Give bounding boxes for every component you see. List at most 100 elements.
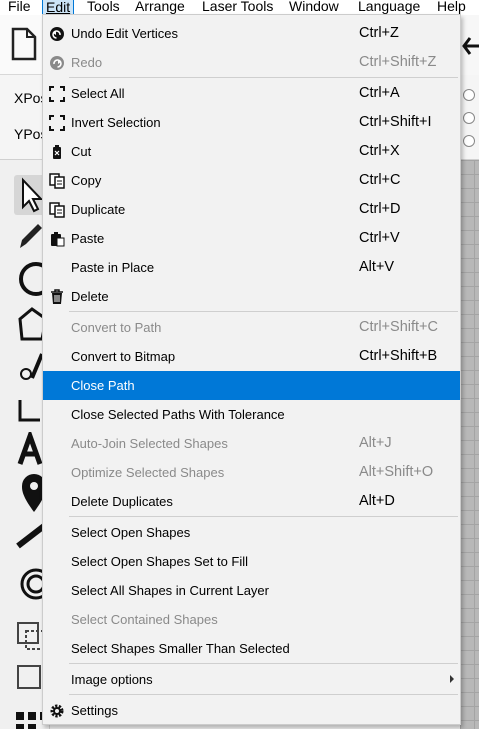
gear-icon <box>50 704 64 718</box>
ellipse-tool-icon[interactable] <box>12 260 46 298</box>
menu-item-select-open-shapes-fill[interactable]: Select Open Shapes Set to Fill <box>43 547 460 576</box>
menu-item-copy[interactable]: Copy Ctrl+C <box>43 166 460 195</box>
menu-item-label: Image options <box>71 672 153 687</box>
menu-help-label: Help <box>437 0 466 14</box>
grid-array-icon[interactable] <box>12 708 46 729</box>
menu-item-label: Delete Duplicates <box>71 494 173 509</box>
menu-item-label: Select All <box>71 86 125 101</box>
menu-item-label: Select Open Shapes Set to Fill <box>71 554 249 569</box>
menu-item-invert-selection[interactable]: Invert Selection Ctrl+Shift+I <box>43 108 460 137</box>
menu-tools-label: Tools <box>87 0 120 14</box>
menu-item-undo[interactable]: Undo Edit Vertices Ctrl+Z <box>43 19 460 48</box>
menu-item-shortcut: Ctrl+X <box>359 143 400 159</box>
undo-icon <box>50 27 64 41</box>
trash-icon <box>51 289 63 304</box>
menu-item-label: Cut <box>71 144 92 159</box>
ungroup-icon[interactable] <box>12 660 46 696</box>
menu-item-cut[interactable]: Cut Ctrl+X <box>43 137 460 166</box>
menu-item-close-selected-paths-tolerance[interactable]: Close Selected Paths With Tolerance <box>43 400 460 429</box>
menu-laser-tools[interactable]: Laser Tools <box>199 0 276 15</box>
menu-item-duplicate[interactable]: Duplicate Ctrl+D <box>43 195 460 224</box>
submenu-arrow-icon <box>450 675 454 683</box>
menu-language-label: Language <box>358 0 421 14</box>
pen-tool-icon[interactable] <box>12 218 46 252</box>
menu-item-redo[interactable]: Redo Ctrl+Shift+Z <box>43 48 460 77</box>
menu-arrange[interactable]: Arrange <box>132 0 188 15</box>
menu-item-shortcut: Ctrl+Shift+I <box>359 114 432 130</box>
menu-edit-label: Edit <box>46 0 71 15</box>
cut-icon <box>53 145 61 159</box>
menu-item-label: Close Path <box>71 378 135 393</box>
menu-item-select-all-current-layer[interactable]: Select All Shapes in Current Layer <box>43 576 460 605</box>
origin-radio-2[interactable] <box>463 112 475 124</box>
new-file-icon[interactable] <box>10 27 38 61</box>
menu-item-label: Select Shapes Smaller Than Selected <box>71 641 290 656</box>
menu-item-label: Settings <box>71 703 118 718</box>
invert-selection-icon <box>49 115 65 131</box>
menu-item-shortcut: Ctrl+V <box>359 230 400 246</box>
measure-ruler-icon[interactable] <box>12 518 46 550</box>
offset-tool-icon[interactable] <box>12 564 46 604</box>
menu-separator <box>69 694 458 695</box>
menu-separator <box>69 311 458 312</box>
menu-item-label: Optimize Selected Shapes <box>71 465 225 480</box>
menu-item-close-path[interactable]: Close Path <box>43 371 460 400</box>
menu-item-image-options[interactable]: Image options <box>43 665 460 694</box>
position-pin-icon[interactable] <box>12 472 46 514</box>
menu-item-shortcut: Alt+J <box>359 435 392 451</box>
select-all-icon <box>49 86 65 102</box>
text-tool-icon[interactable] <box>12 432 46 468</box>
edit-menu-dropdown: Undo Edit Vertices Ctrl+Z Redo Ctrl+Shif… <box>42 14 461 725</box>
menu-item-label: Copy <box>71 173 102 188</box>
menu-edit[interactable]: Edit <box>42 0 75 15</box>
menu-item-label: Convert to Bitmap <box>71 349 176 364</box>
menu-file[interactable]: File <box>5 0 34 15</box>
menu-laser-tools-label: Laser Tools <box>202 0 274 14</box>
menu-item-label: Auto-Join Selected Shapes <box>71 436 228 451</box>
menu-item-auto-join[interactable]: Auto-Join Selected Shapes Alt+J <box>43 429 460 458</box>
menu-item-shortcut: Ctrl+A <box>359 85 400 101</box>
menu-item-convert-to-bitmap[interactable]: Convert to Bitmap Ctrl+Shift+B <box>43 342 460 371</box>
menu-item-label: Convert to Path <box>71 320 162 335</box>
menu-item-paste-in-place[interactable]: Paste in Place Alt+V <box>43 253 460 282</box>
menu-item-convert-to-path[interactable]: Convert to Path Ctrl+Shift+C <box>43 313 460 342</box>
menu-file-label: File <box>8 0 31 14</box>
menu-item-shortcut: Ctrl+Shift+C <box>359 319 438 335</box>
origin-radio-1[interactable] <box>463 89 475 101</box>
polygon-tool-icon[interactable] <box>12 305 46 345</box>
menu-item-shortcut: Ctrl+Shift+Z <box>359 54 437 70</box>
menu-item-select-contained-shapes[interactable]: Select Contained Shapes <box>43 605 460 634</box>
menu-language[interactable]: Language <box>355 0 423 15</box>
duplicate-icon <box>49 202 65 218</box>
menu-item-shortcut: Ctrl+Z <box>359 25 399 41</box>
group-icon[interactable] <box>12 615 46 655</box>
menu-help[interactable]: Help <box>434 0 469 15</box>
menu-tools[interactable]: Tools <box>84 0 123 15</box>
menu-item-select-open-shapes[interactable]: Select Open Shapes <box>43 518 460 547</box>
menu-item-delete[interactable]: Delete <box>43 282 460 311</box>
menu-item-select-smaller-shapes[interactable]: Select Shapes Smaller Than Selected <box>43 634 460 663</box>
menu-item-label: Invert Selection <box>71 115 161 130</box>
menu-item-settings[interactable]: Settings <box>43 696 460 725</box>
menu-item-shortcut: Ctrl+D <box>359 201 401 217</box>
menu-item-paste[interactable]: Paste Ctrl+V <box>43 224 460 253</box>
origin-radio-3[interactable] <box>463 135 475 147</box>
workspace-canvas[interactable] <box>460 160 479 729</box>
menu-item-label: Duplicate <box>71 202 126 217</box>
menu-separator <box>69 663 458 664</box>
menu-separator <box>69 516 458 517</box>
menu-item-shortcut: Alt+D <box>359 493 395 509</box>
redo-icon <box>50 56 64 70</box>
menu-bar: File Edit Tools Arrange Laser Tools Wind… <box>0 0 479 15</box>
node-edit-tool-icon[interactable] <box>12 348 46 384</box>
crop-tool-icon[interactable] <box>12 392 46 426</box>
menu-item-delete-duplicates[interactable]: Delete Duplicates Alt+D <box>43 487 460 516</box>
menu-window[interactable]: Window <box>286 0 342 15</box>
menu-item-label: Select All Shapes in Current Layer <box>71 583 269 598</box>
menu-item-label: Close Selected Paths With Tolerance <box>71 407 285 422</box>
arrow-left-icon[interactable] <box>462 35 479 57</box>
menu-item-shortcut: Alt+Shift+O <box>359 464 434 480</box>
menu-item-select-all[interactable]: Select All Ctrl+A <box>43 79 460 108</box>
menu-item-optimize-shapes[interactable]: Optimize Selected Shapes Alt+Shift+O <box>43 458 460 487</box>
menu-item-label: Select Open Shapes <box>71 525 191 540</box>
